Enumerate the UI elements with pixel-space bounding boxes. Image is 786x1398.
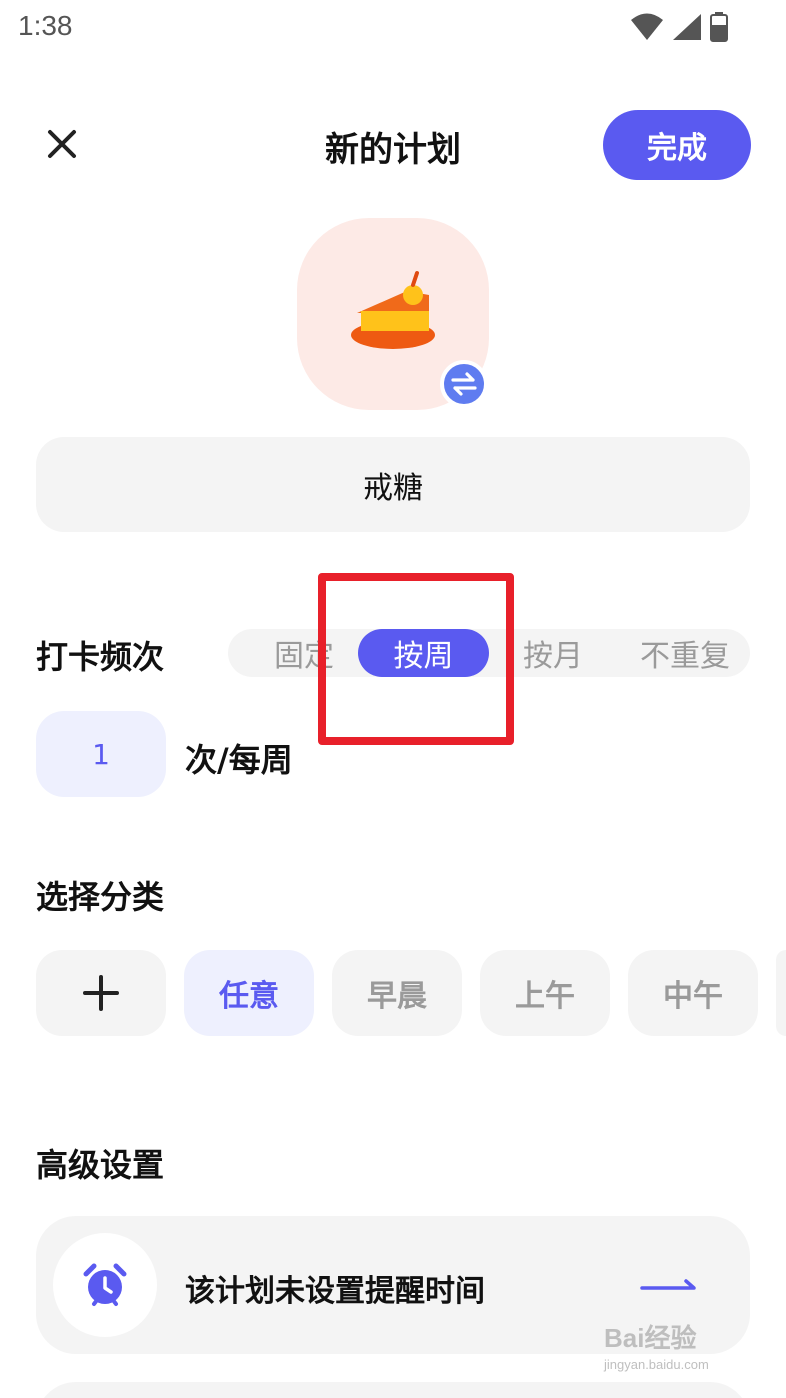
frequency-option-weekly[interactable]: 按周 [358, 629, 489, 677]
baidu-watermark: Bai经验 jingyan.baidu.com [604, 1318, 754, 1378]
battery-icon [710, 12, 728, 42]
status-icons [630, 12, 728, 42]
swap-icon-button[interactable] [440, 360, 488, 408]
frequency-option-fixed[interactable]: 固定 [252, 629, 356, 677]
arrow-right-icon [640, 1279, 696, 1290]
reminder-text: 该计划未设置提醒时间 [185, 1274, 485, 1309]
frequency-count-input[interactable]: 1 [36, 711, 166, 797]
status-time: 1:38 [18, 10, 73, 41]
category-chip-any[interactable]: 任意 [184, 950, 314, 1036]
cake-icon [351, 271, 435, 349]
plan-name-value: 戒糖 [363, 470, 423, 506]
alarm-clock-icon [83, 1263, 127, 1306]
plan-name-field[interactable]: 戒糖 [36, 437, 750, 532]
category-chip-early-morning[interactable]: 早晨 [332, 950, 462, 1036]
advanced-title: 高级设置 [36, 1146, 165, 1184]
done-button[interactable]: 完成 [603, 110, 751, 180]
category-chip-noon[interactable]: 中午 [628, 950, 758, 1036]
next-setting-row[interactable] [36, 1382, 750, 1398]
frequency-option-once[interactable]: 不重复 [623, 629, 747, 677]
watermark-main: Bai经验 [604, 1323, 697, 1353]
frequency-title: 打卡频次 [36, 638, 165, 676]
plus-icon [83, 975, 119, 1011]
swap-icon [451, 372, 477, 396]
watermark-sub: jingyan.baidu.com [604, 1357, 709, 1372]
status-bar: 1:38 [0, 0, 786, 56]
category-chip-partial[interactable] [776, 950, 786, 1036]
category-title: 选择分类 [36, 878, 165, 916]
wifi-icon [631, 13, 663, 40]
category-chip-morning[interactable]: 上午 [480, 950, 610, 1036]
frequency-option-monthly[interactable]: 按月 [498, 629, 608, 677]
frequency-segmented-control: 固定 按周 按月 不重复 [228, 629, 750, 677]
frequency-unit-label: 次/每周 [185, 741, 293, 779]
signal-icon [673, 14, 701, 40]
add-category-button[interactable] [36, 950, 166, 1036]
alarm-icon-container [53, 1233, 157, 1337]
